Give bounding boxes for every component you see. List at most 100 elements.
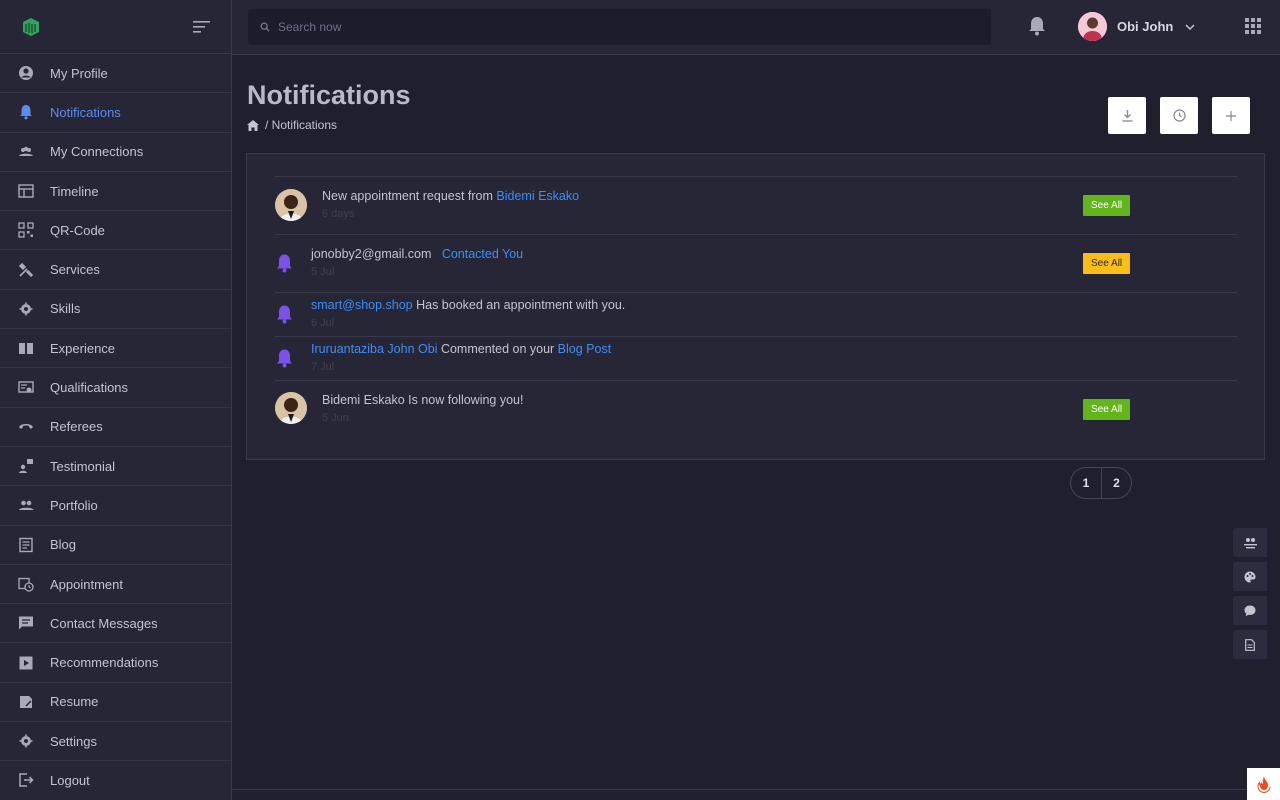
sidebar-item-label: Appointment <box>50 576 123 592</box>
user-circle-icon <box>18 65 34 81</box>
see-all-button[interactable]: See All <box>1083 253 1131 274</box>
notification-link[interactable]: Iruruantaziba John Obi <box>311 342 437 356</box>
sidebar-item-qualifications[interactable]: Qualifications <box>0 368 231 408</box>
sidebar-item-contact-messages[interactable]: Contact Messages <box>0 604 231 644</box>
logo-icon[interactable] <box>20 16 42 38</box>
footer-divider <box>232 789 1280 790</box>
theme-button[interactable] <box>1233 562 1267 591</box>
notification-item[interactable]: New appointment request from Bidemi Eska… <box>275 176 1237 234</box>
notification-message: Has booked an appointment with you. <box>412 298 626 312</box>
notification-text: jonobby2@gmail.com Contacted You <box>311 247 523 261</box>
user-name: Obi John <box>1117 19 1174 34</box>
user-menu[interactable]: Obi John <box>1078 12 1195 41</box>
notification-item[interactable]: jonobby2@gmail.com Contacted You 5 Jul S… <box>275 234 1237 292</box>
sidebar-item-resume[interactable]: Resume <box>0 683 231 723</box>
sidebar-item-label: My Connections <box>50 144 144 160</box>
page-title: Notifications <box>247 80 411 110</box>
sidebar-item-label: Blog <box>50 537 77 553</box>
home-icon[interactable] <box>247 119 259 131</box>
sidebar-item-label: Qualifications <box>50 380 129 396</box>
see-all-button[interactable]: See All <box>1083 399 1131 420</box>
customize-button[interactable] <box>1233 528 1267 557</box>
timeline-icon <box>18 183 34 199</box>
sidebar-item-label: Referees <box>50 419 103 435</box>
sidebar-nav: My Profile Notifications My Connections Tim… <box>0 54 231 800</box>
sidebar-item-label: Services <box>50 262 100 278</box>
page-2-button[interactable]: 2 <box>1101 468 1131 498</box>
phone-icon <box>18 419 34 435</box>
add-button[interactable] <box>1212 97 1250 134</box>
page-actions <box>1108 97 1250 134</box>
notification-link-blog-post[interactable]: Blog Post <box>558 342 612 356</box>
top-header: Obi John <box>232 0 1280 55</box>
fire-icon <box>1256 776 1270 793</box>
document-button[interactable] <box>1233 630 1267 659</box>
floating-toolbar <box>1233 528 1267 659</box>
settings-icon <box>18 733 34 749</box>
see-all-button[interactable]: See All <box>1083 195 1131 216</box>
sidebar-item-label: Timeline <box>50 183 99 199</box>
sidebar-item-timeline[interactable]: Timeline <box>0 172 231 212</box>
search-icon <box>260 22 270 32</box>
notification-bell-icon[interactable] <box>1028 16 1046 36</box>
sidebar-item-recommendations[interactable]: Recommendations <box>0 643 231 683</box>
sidebar-item-label: My Profile <box>50 65 108 81</box>
chevron-down-icon[interactable] <box>1185 23 1195 30</box>
apps-grid-icon[interactable] <box>1245 18 1261 34</box>
sidebar-item-label: Contact Messages <box>50 615 158 631</box>
sidebar-item-label: Recommendations <box>50 655 159 671</box>
notification-item[interactable]: smart@shop.shop Has booked an appointmen… <box>275 292 1237 336</box>
sidebar-item-services[interactable]: Services <box>0 250 231 290</box>
notification-link[interactable]: Bidemi Eskako <box>496 189 579 203</box>
notification-link[interactable]: Contacted You <box>442 247 523 261</box>
notification-item[interactable]: Iruruantaziba John Obi Commented on your… <box>275 336 1237 380</box>
sidebar-item-qr-code[interactable]: QR-Code <box>0 211 231 251</box>
notifications-card: New appointment request from Bidemi Eska… <box>246 153 1265 460</box>
sidebar-item-label: Skills <box>50 301 81 317</box>
notification-message: New appointment request from <box>322 189 497 203</box>
breadcrumb-current: / Notifications <box>265 118 338 132</box>
search-input[interactable] <box>278 20 958 34</box>
sidebar-item-notifications[interactable]: Notifications <box>0 93 231 133</box>
sidebar-item-label: QR-Code <box>50 222 105 238</box>
sidebar-item-my-connections[interactable]: My Connections <box>0 133 231 172</box>
fire-button[interactable] <box>1247 768 1280 800</box>
sidebar-item-skills[interactable]: Skills <box>0 290 231 330</box>
notification-time: 6 Jul <box>311 317 335 329</box>
logout-icon <box>18 772 34 788</box>
page-1-button[interactable]: 1 <box>1071 468 1101 498</box>
notification-message: jonobby2@gmail.com <box>311 247 442 261</box>
notification-link[interactable]: smart@shop.shop <box>311 298 413 312</box>
user-avatar[interactable] <box>1078 12 1107 41</box>
sidebar-item-label: Logout <box>50 772 90 788</box>
notification-message: Commented on your <box>437 342 558 356</box>
notification-item[interactable]: Bidemi Eskako Is now following you! 5 Ju… <box>275 380 1237 438</box>
notification-time: 5 Jul <box>311 266 335 278</box>
sidebar-item-settings[interactable]: Settings <box>0 722 231 762</box>
sidebar-item-label: Notifications <box>50 104 121 120</box>
sidebar-item-portfolio[interactable]: Portfolio <box>0 486 231 526</box>
sidebar-item-appointment[interactable]: Appointment <box>0 565 231 605</box>
search-bar[interactable] <box>248 9 991 45</box>
tools-icon <box>18 262 34 278</box>
plus-icon <box>1226 110 1236 121</box>
notification-avatar <box>275 189 307 221</box>
sidebar-item-blog[interactable]: Blog <box>0 526 231 565</box>
palette-icon <box>1244 571 1256 582</box>
sidebar-item-testimonial[interactable]: Testimonial <box>0 447 231 487</box>
sidebar-item-experience[interactable]: Experience <box>0 329 231 369</box>
sidebar-item-logout[interactable]: Logout <box>0 761 231 800</box>
menu-toggle-icon[interactable] <box>193 20 211 34</box>
sidebar-item-referees[interactable]: Referees <box>0 408 231 447</box>
gear-icon <box>18 301 34 317</box>
notification-avatar <box>275 392 307 424</box>
book-icon <box>18 340 34 356</box>
sidebar-item-my-profile[interactable]: My Profile <box>0 54 231 94</box>
notification-text: smart@shop.shop Has booked an appointmen… <box>311 298 625 312</box>
history-button[interactable] <box>1160 97 1198 134</box>
chat-button[interactable] <box>1233 596 1267 625</box>
sidebar-header <box>0 0 231 54</box>
sidebar-item-label: Testimonial <box>50 458 116 474</box>
download-button[interactable] <box>1108 97 1146 134</box>
message-icon <box>18 615 34 631</box>
